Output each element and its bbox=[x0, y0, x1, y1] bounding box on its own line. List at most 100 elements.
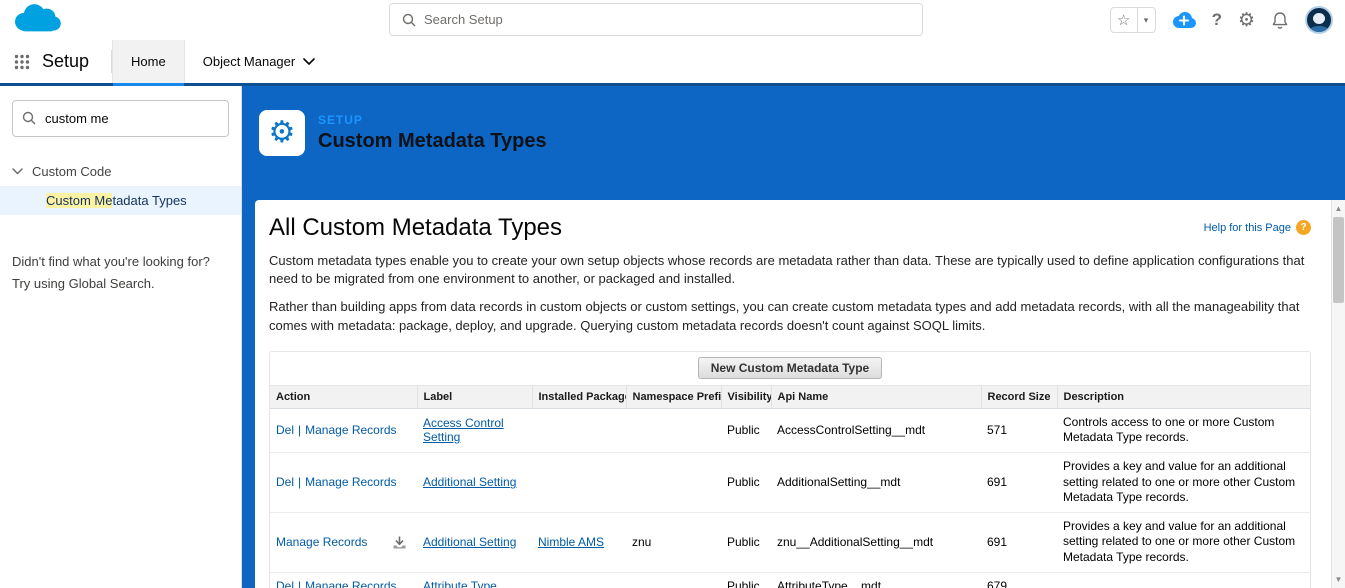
col-label: Label bbox=[417, 386, 532, 409]
help-for-page-link[interactable]: Help for this Page bbox=[1204, 222, 1291, 234]
manage-records-link[interactable]: Manage Records bbox=[305, 423, 396, 437]
help-question-icon[interactable]: ? bbox=[1296, 220, 1311, 235]
record-size-cell: 571 bbox=[981, 408, 1057, 452]
action-separator: | bbox=[298, 475, 301, 489]
del-link[interactable]: Del bbox=[276, 423, 294, 437]
visibility-cell: Public bbox=[721, 572, 771, 588]
section-label: Custom Code bbox=[32, 164, 111, 179]
list-heading: All Custom Metadata Types bbox=[269, 214, 562, 242]
col-installed-package: Installed Package bbox=[532, 386, 626, 409]
visibility-cell: Public bbox=[721, 452, 771, 512]
salesforce-logo-icon bbox=[8, 1, 66, 39]
metadata-type-label-link[interactable]: Additional Setting bbox=[423, 535, 516, 549]
page-header-tile: ⚙ bbox=[259, 110, 305, 156]
api-name-cell: AccessControlSetting__mdt bbox=[771, 408, 981, 452]
sidebar-notfound-text: Didn't find what you're looking for? Try… bbox=[12, 251, 229, 295]
search-icon bbox=[22, 111, 36, 125]
avatar-astronaut-visor bbox=[1313, 13, 1325, 24]
item-label-rest: tadata Types bbox=[112, 193, 186, 208]
app-name-label: Setup bbox=[42, 40, 111, 83]
sidebar-item-custom-metadata-types[interactable]: Custom Metadata Types bbox=[0, 186, 241, 215]
del-link[interactable]: Del bbox=[276, 579, 294, 588]
main-region: Custom Code Custom Metadata Types Didn't… bbox=[0, 86, 1345, 588]
manage-records-link[interactable]: Manage Records bbox=[305, 475, 396, 489]
favorites-star-icon[interactable]: ☆ bbox=[1110, 7, 1138, 33]
search-icon bbox=[402, 13, 416, 27]
metadata-type-label-link[interactable]: Additional Setting bbox=[423, 475, 516, 489]
record-size-cell: 679 bbox=[981, 572, 1057, 588]
search-setup-input[interactable] bbox=[424, 12, 922, 27]
col-description: Description bbox=[1057, 386, 1310, 409]
description-cell: Controls access to one or more Custom Me… bbox=[1057, 408, 1310, 452]
scroll-up-icon[interactable]: ▲ bbox=[1332, 201, 1345, 216]
chevron-down-icon bbox=[12, 168, 23, 175]
notfound-line1: Didn't find what you're looking for? bbox=[12, 251, 229, 273]
scroll-down-icon[interactable]: ▼ bbox=[1332, 572, 1345, 587]
setup-gear-icon[interactable]: ⚙ bbox=[1238, 9, 1255, 32]
tab-home-label: Home bbox=[131, 54, 166, 69]
manage-records-link[interactable]: Manage Records bbox=[276, 535, 367, 549]
description-cell: Provides a key and value for an addition… bbox=[1057, 512, 1310, 572]
installed-package-icon bbox=[392, 535, 407, 550]
setup-sidebar: Custom Code Custom Metadata Types Didn't… bbox=[0, 86, 242, 588]
user-avatar[interactable] bbox=[1305, 6, 1333, 34]
col-namespace-prefix: Namespace Prefix bbox=[626, 386, 721, 409]
page-header-text: SETUP Custom Metadata Types bbox=[318, 113, 547, 153]
panel-toolbar: New Custom Metadata Type bbox=[270, 352, 1310, 386]
new-custom-metadata-type-button[interactable]: New Custom Metadata Type bbox=[698, 357, 882, 379]
search-match-highlight: Custom Me bbox=[46, 193, 112, 208]
api-name-cell: AdditionalSetting__mdt bbox=[771, 452, 981, 512]
scrollbar-thumb[interactable] bbox=[1333, 217, 1344, 303]
col-record-size: Record Size bbox=[981, 386, 1057, 409]
page-header-eyebrow: SETUP bbox=[318, 113, 547, 127]
namespace-prefix-cell: znu bbox=[626, 512, 721, 572]
table-row: Del | Manage Records Attribute Type Publ… bbox=[270, 572, 1310, 588]
salesforce-setup-app: ☆ ▾ ? ⚙ bbox=[0, 0, 1345, 588]
content-scrollbar[interactable]: ▲ ▼ bbox=[1331, 200, 1345, 588]
intro-paragraph-1: Custom metadata types enable you to crea… bbox=[269, 252, 1311, 288]
table-row: Manage Records Additional Setting Nimble… bbox=[270, 512, 1310, 572]
help-for-page: Help for this Page ? bbox=[1204, 220, 1311, 235]
col-api-name: Api Name bbox=[771, 386, 981, 409]
notfound-line2: Try using Global Search. bbox=[12, 273, 229, 295]
custom-metadata-gear-icon: ⚙ bbox=[269, 118, 296, 148]
global-search-box bbox=[389, 3, 923, 36]
visibility-cell: Public bbox=[721, 408, 771, 452]
tab-home[interactable]: Home bbox=[112, 40, 185, 83]
table-header-row: Action Label Installed Package Namespace… bbox=[270, 386, 1310, 409]
page-title: Custom Metadata Types bbox=[318, 130, 547, 153]
page-header: ⚙ SETUP Custom Metadata Types bbox=[242, 86, 1345, 156]
favorites-control: ☆ ▾ bbox=[1110, 7, 1156, 33]
quick-find-input[interactable] bbox=[12, 100, 229, 137]
notifications-bell-icon[interactable] bbox=[1271, 11, 1289, 30]
sidebar-search-box bbox=[12, 100, 229, 137]
manage-records-link[interactable]: Manage Records bbox=[305, 579, 396, 588]
content-card: All Custom Metadata Types Help for this … bbox=[255, 200, 1345, 588]
avatar-astronaut-suit bbox=[1309, 26, 1329, 34]
metadata-type-label-link[interactable]: Attribute Type bbox=[423, 579, 497, 588]
metadata-types-table: Action Label Installed Package Namespace… bbox=[270, 386, 1310, 588]
api-name-cell: AttributeType__mdt bbox=[771, 572, 981, 588]
sidebar-section-custom-code[interactable]: Custom Code bbox=[0, 157, 241, 186]
chevron-down-icon bbox=[303, 58, 315, 65]
description-cell: Provides a key and value for an addition… bbox=[1057, 452, 1310, 512]
intro-paragraph-2: Rather than building apps from data reco… bbox=[269, 298, 1311, 334]
tab-object-manager[interactable]: Object Manager bbox=[185, 40, 334, 83]
metadata-type-label-link[interactable]: Access Control Setting bbox=[423, 416, 504, 444]
app-launcher-icon[interactable] bbox=[0, 40, 42, 83]
description-cell bbox=[1057, 572, 1310, 588]
favorites-dropdown-icon[interactable]: ▾ bbox=[1138, 7, 1156, 33]
col-action: Action bbox=[270, 386, 417, 409]
help-icon[interactable]: ? bbox=[1212, 10, 1222, 30]
installed-package-link[interactable]: Nimble AMS bbox=[538, 535, 604, 549]
global-header: ☆ ▾ ? ⚙ bbox=[0, 0, 1345, 40]
action-separator: | bbox=[298, 423, 301, 437]
api-name-cell: znu__AdditionalSetting__mdt bbox=[771, 512, 981, 572]
list-panel: New Custom Metadata Type Action Label In… bbox=[269, 351, 1311, 588]
setup-nav-bar: Setup Home Object Manager bbox=[0, 40, 1345, 86]
del-link[interactable]: Del bbox=[276, 475, 294, 489]
record-size-cell: 691 bbox=[981, 512, 1057, 572]
table-row: Del | Manage Records Additional Setting … bbox=[270, 452, 1310, 512]
create-cloud-plus-icon[interactable] bbox=[1172, 11, 1196, 30]
action-separator: | bbox=[298, 579, 301, 588]
